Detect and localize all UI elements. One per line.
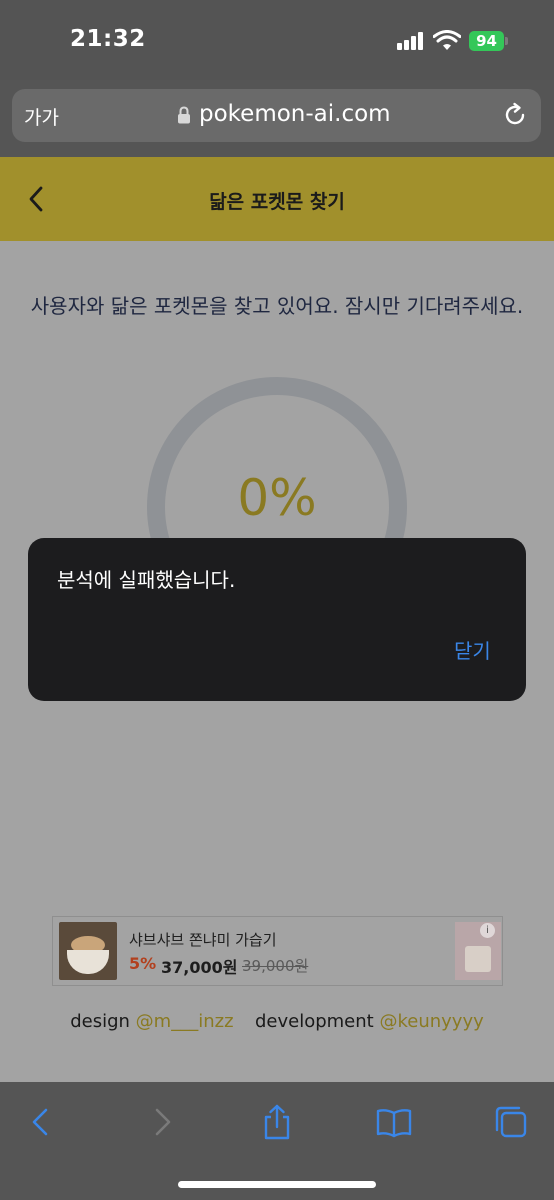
home-indicator [178, 1181, 376, 1188]
toolbar-forward-icon[interactable] [143, 1104, 179, 1140]
status-bar: 21:32 94 [0, 0, 554, 80]
browser-toolbar [0, 1082, 554, 1200]
ad-discount: 5% [129, 954, 157, 973]
signal-icon [397, 32, 427, 50]
ad-banner[interactable]: 샤브샤브 쫀냐미 가습기 5% 37,000원 39,000원 i [52, 916, 503, 986]
progress-percent: 0% [237, 469, 317, 527]
reload-icon[interactable] [502, 102, 528, 128]
share-icon[interactable] [259, 1104, 295, 1140]
design-handle-link[interactable]: @m___inzz [136, 1011, 234, 1032]
tabs-icon[interactable] [493, 1104, 529, 1140]
lock-icon [178, 106, 190, 124]
ad-price: 37,000원 [161, 958, 238, 977]
loading-message: 사용자와 닮은 포켓몬을 찾고 있어요. 잠시만 기다려주세요. [30, 294, 524, 318]
alert-message: 분석에 실패했습니다. [57, 568, 236, 592]
close-button[interactable]: 닫기 [454, 635, 491, 664]
ad-product-image[interactable] [59, 922, 117, 980]
page-title: 닮은 포켓몬 찾기 [209, 191, 345, 213]
development-label: development [254, 1011, 374, 1032]
ad-original-price: 39,000원 [242, 957, 309, 975]
ad-title[interactable]: 샤브샤브 쫀냐미 가습기 [129, 929, 277, 950]
address-bar[interactable]: 가가 pokemon-ai.com [12, 89, 541, 142]
ad-info-icon[interactable]: i [480, 923, 495, 938]
battery-level: 94 [476, 32, 497, 50]
wifi-icon [433, 30, 461, 50]
error-alert-dialog: 분석에 실패했습니다. 닫기 [28, 538, 526, 701]
design-label: design [70, 1011, 130, 1032]
battery-icon: 94 [469, 31, 508, 51]
page-header: 닮은 포켓몬 찾기 [0, 157, 554, 241]
development-handle-link[interactable]: @keunyyyy [379, 1011, 483, 1032]
bookmarks-icon[interactable] [376, 1104, 412, 1140]
toolbar-back-icon[interactable] [24, 1104, 60, 1140]
text-size-button[interactable]: 가가 [24, 103, 59, 130]
credits: design @m___inzz development @keunyyyy [0, 1011, 554, 1032]
status-time: 21:32 [70, 26, 146, 52]
url-text[interactable]: pokemon-ai.com [199, 101, 391, 127]
